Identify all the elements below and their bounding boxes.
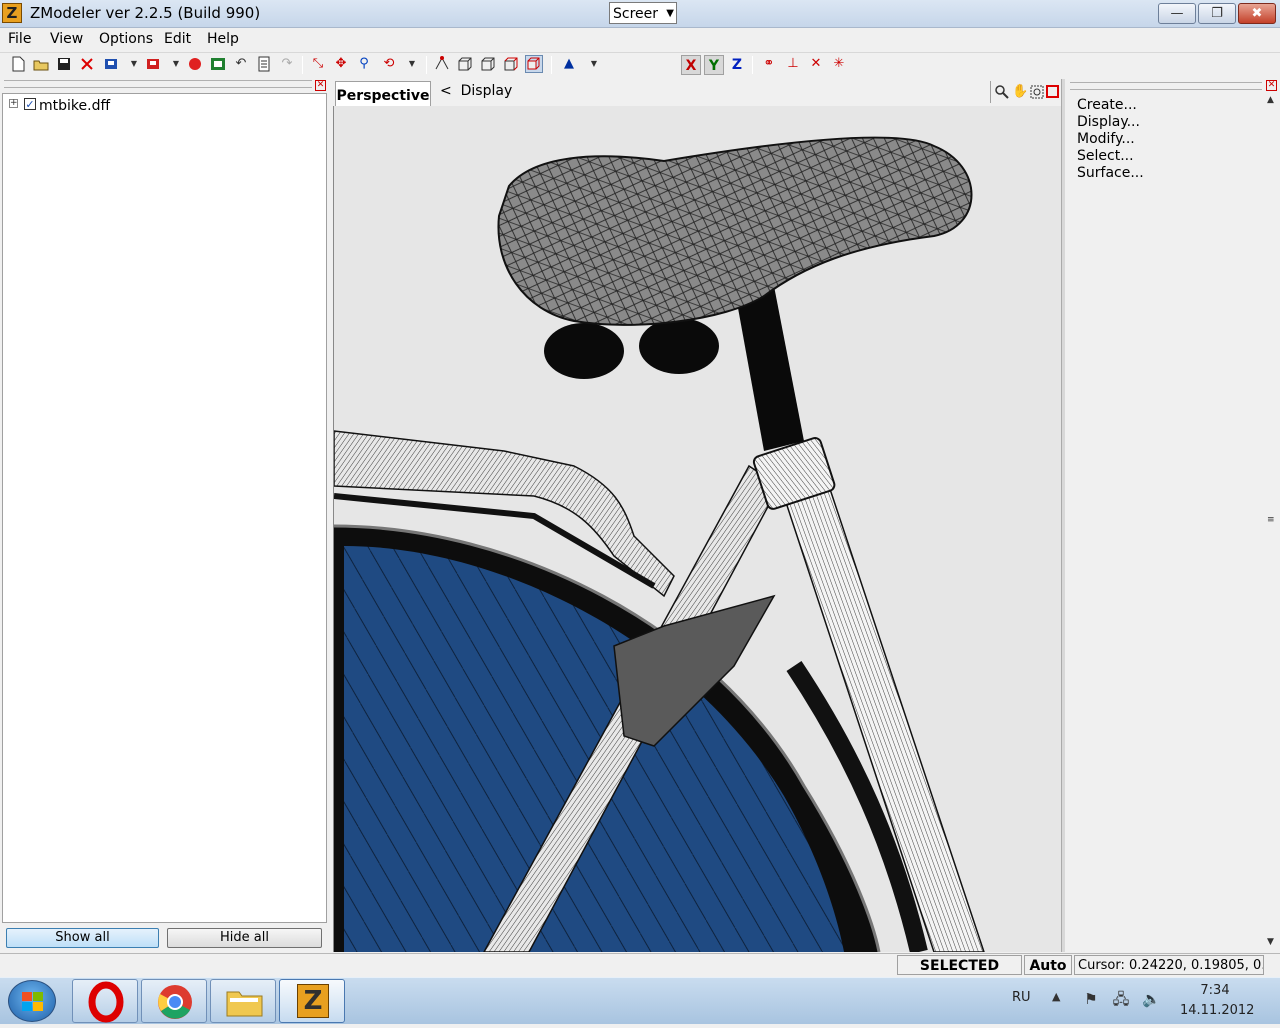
zmodeler-taskbar-icon: Z: [297, 984, 329, 1018]
export-icon[interactable]: [144, 55, 162, 73]
walk-icon[interactable]: ⚲: [355, 55, 373, 73]
bike-wireframe-render: [334, 106, 1061, 952]
pan-hand-icon[interactable]: ✋: [1012, 84, 1028, 100]
window-title: ZModeler ver 2.2.5 (Build 990): [30, 4, 261, 22]
undo-icon[interactable]: ↶: [232, 55, 250, 73]
selection-mode-status: SELECTED MODE: [897, 955, 1022, 994]
render-icon[interactable]: [209, 55, 227, 73]
menu-help[interactable]: Help: [207, 31, 239, 47]
command-panel: [1065, 78, 1280, 953]
toolbar-separator: [302, 56, 303, 74]
panel-grip[interactable]: [1070, 82, 1262, 90]
open-folder-icon[interactable]: [32, 55, 50, 73]
close-file-icon[interactable]: [78, 55, 96, 73]
box-mode-icon[interactable]: [456, 55, 474, 73]
volume-icon[interactable]: 🔈: [1142, 990, 1161, 1008]
command-panel-scrollbar[interactable]: ▲ ≡ ▼: [1265, 95, 1280, 950]
rotate-icon[interactable]: ⟲: [380, 55, 398, 73]
group-mode-icon[interactable]: [502, 55, 520, 73]
taskbar-explorer[interactable]: [210, 979, 276, 1023]
axis-gizmo-icon[interactable]: ⊥: [784, 55, 802, 73]
tree-item-checkbox[interactable]: ✓: [24, 98, 36, 110]
show-hidden-icons[interactable]: ▲: [1052, 990, 1060, 1003]
toolbar-separator: [426, 56, 427, 74]
object-tree[interactable]: + ✓ mtbike.dff: [2, 93, 327, 923]
restore-button[interactable]: ❐: [1198, 3, 1236, 24]
new-file-icon[interactable]: [9, 55, 27, 73]
3d-viewport[interactable]: [333, 106, 1061, 952]
chrome-icon: [158, 985, 192, 1019]
import-icon[interactable]: [102, 55, 120, 73]
auto-status: Auto: [1024, 955, 1072, 975]
folder-icon: [226, 991, 263, 1017]
tree-item-label[interactable]: mtbike.dff: [39, 98, 110, 114]
menu-edit[interactable]: Edit: [164, 31, 191, 47]
clock-date[interactable]: 14.11.2012: [1180, 1003, 1254, 1018]
command-modify[interactable]: Modify...: [1077, 131, 1135, 147]
tree-expand-icon[interactable]: +: [9, 99, 18, 108]
windows-logo-icon: [22, 992, 43, 1011]
selected-mode-icon[interactable]: [525, 55, 543, 73]
menu-file[interactable]: File: [8, 31, 31, 47]
back-arrow-icon[interactable]: <: [440, 83, 452, 99]
taskbar-opera[interactable]: [72, 979, 138, 1023]
menu-options[interactable]: Options: [99, 31, 153, 47]
scroll-grip-icon[interactable]: ≡: [1267, 515, 1275, 525]
taskbar-zmodeler[interactable]: Z: [279, 979, 345, 1023]
opera-icon: [88, 981, 124, 1023]
minimize-button[interactable]: —: [1158, 3, 1196, 24]
toolbar-separator: [752, 56, 753, 74]
panel-grip[interactable]: [4, 80, 312, 88]
command-create[interactable]: Create...: [1077, 97, 1137, 113]
menu-view[interactable]: View: [50, 31, 83, 47]
hide-all-button[interactable]: Hide all: [167, 928, 322, 948]
move-mode-icon[interactable]: ✥: [332, 55, 350, 73]
view-space-select[interactable]: Screer ▼: [609, 2, 677, 24]
command-display[interactable]: Display...: [1077, 114, 1140, 130]
cursor-position-status: Cursor: 0.24220, 0.19805, 0.2929: [1074, 955, 1264, 975]
toolbar-separator: [551, 56, 552, 74]
command-surface[interactable]: Surface...: [1077, 165, 1144, 181]
axis-z-toggle[interactable]: Z: [727, 55, 747, 75]
display-label[interactable]: Display: [461, 83, 513, 99]
dropdown-arrow-icon[interactable]: ▼: [167, 55, 185, 73]
command-select[interactable]: Select...: [1077, 148, 1134, 164]
panel-close-icon[interactable]: ✕: [1266, 80, 1277, 91]
properties-icon[interactable]: [255, 55, 273, 73]
maximize-viewport-icon[interactable]: [1046, 85, 1059, 98]
taskbar-chrome[interactable]: [141, 979, 207, 1023]
clock-time[interactable]: 7:34: [1180, 983, 1250, 998]
zoom-extents-icon[interactable]: [1029, 84, 1045, 100]
zoom-icon[interactable]: [994, 84, 1010, 100]
viewport-tools: ✋: [990, 81, 1060, 103]
viewport-display-menu[interactable]: < Display: [440, 83, 512, 99]
start-button[interactable]: [8, 980, 56, 1022]
axis-y-toggle[interactable]: Y: [704, 55, 724, 75]
axis-x-toggle[interactable]: X: [681, 55, 701, 75]
show-all-button[interactable]: Show all: [6, 928, 159, 948]
zmodeler-app-icon[interactable]: Z: [2, 3, 22, 23]
network-icon[interactable]: 🖧: [1112, 990, 1130, 1008]
link-icon[interactable]: ⚭: [760, 55, 778, 73]
dropdown-arrow-icon[interactable]: ▼: [585, 55, 603, 73]
axis-gizmo-icon[interactable]: ✳: [830, 55, 848, 73]
panel-close-icon[interactable]: ✕: [315, 80, 326, 91]
pyramid-icon[interactable]: ▲: [560, 55, 578, 73]
axis-gizmo-icon[interactable]: ✕: [807, 55, 825, 73]
redo-icon[interactable]: ↷: [278, 55, 296, 73]
close-button[interactable]: ✖: [1238, 3, 1276, 24]
scroll-up-icon[interactable]: ▲: [1267, 95, 1274, 105]
object-mode-icon[interactable]: [479, 55, 497, 73]
select-mode-icon[interactable]: ⤡: [309, 55, 327, 73]
save-icon[interactable]: [55, 55, 73, 73]
record-icon[interactable]: [186, 55, 204, 73]
scroll-down-icon[interactable]: ▼: [1267, 937, 1274, 947]
vertex-mode-icon[interactable]: [433, 55, 451, 73]
dropdown-arrow-icon[interactable]: ▼: [403, 55, 421, 73]
menu-bar: [0, 28, 1280, 52]
language-indicator[interactable]: RU: [1012, 990, 1031, 1005]
dropdown-arrow-icon[interactable]: ▼: [125, 55, 143, 73]
action-center-flag-icon[interactable]: ⚑: [1082, 990, 1100, 1008]
tab-perspective[interactable]: Perspective: [335, 81, 431, 106]
